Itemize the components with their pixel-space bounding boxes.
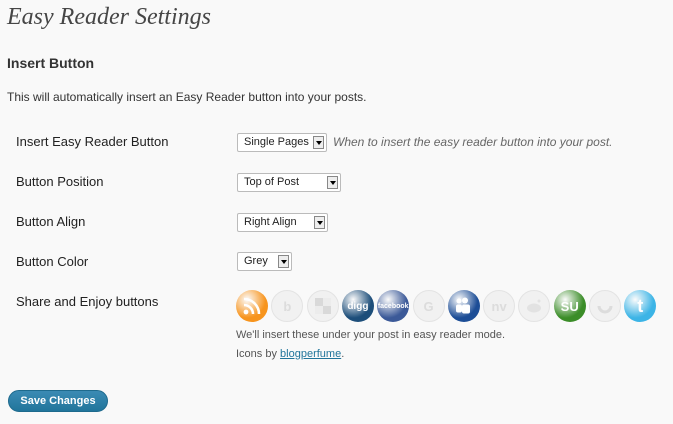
delicious-icon[interactable] [306,290,339,322]
rss-icon[interactable] [236,290,268,322]
button-align-label: Button Align [16,214,86,229]
google-icon-glyph: G [423,298,434,314]
insert-button-label: Insert Easy Reader Button [16,134,169,149]
insert-button-hint: When to insert the easy reader button in… [333,135,613,149]
share-buttons-label: Share and Enjoy buttons [16,294,159,309]
chevron-down-icon [327,176,338,189]
page-title: Easy Reader Settings [7,4,211,30]
twitter-icon[interactable]: t [624,290,657,322]
insert-button-select[interactable]: Single Pages [237,133,327,152]
technorati-icon[interactable] [589,290,621,322]
bebo-icon[interactable]: b [271,290,304,322]
netvibes-icon[interactable]: nv [483,290,516,322]
stumbleupon-icon[interactable]: SU [553,290,586,322]
chevron-down-icon [278,255,289,268]
button-align-value: Right Align [244,216,297,228]
twitter-icon-glyph: t [637,295,644,316]
button-color-value: Grey [244,255,268,267]
section-title: Insert Button [7,55,95,71]
section-description: This will automatically insert an Easy R… [7,90,367,104]
digg-icon-glyph: digg [347,300,369,312]
insert-button-value: Single Pages [244,136,309,148]
netvibes-icon-glyph: nv [491,298,507,314]
button-color-select[interactable]: Grey [237,252,292,271]
share-note: We'll insert these under your post in ea… [236,329,506,341]
digg-icon[interactable]: digg [341,290,374,322]
facebook-icon-glyph: facebook [377,302,409,310]
button-color-label: Button Color [16,254,89,269]
save-changes-button[interactable]: Save Changes [8,390,108,412]
icons-credit-suffix: . [341,348,345,360]
chevron-down-icon [313,136,324,149]
reddit-icon[interactable] [518,290,551,322]
button-position-label: Button Position [16,174,104,189]
chevron-down-icon [314,216,325,229]
button-position-value: Top of Post [244,176,300,188]
google-icon[interactable]: G [412,290,445,322]
button-position-select[interactable]: Top of Post [237,173,341,192]
blogperfume-link[interactable]: blogperfume [280,348,341,360]
button-align-select[interactable]: Right Align [237,213,328,232]
facebook-icon[interactable]: facebook [377,290,410,322]
icons-credit: Icons by blogperfume. [236,348,344,360]
myspace-icon[interactable] [447,290,480,322]
stumbleupon-icon-glyph: SU [560,298,579,314]
icons-credit-prefix: Icons by [236,348,281,360]
bebo-icon-glyph: b [283,298,292,314]
